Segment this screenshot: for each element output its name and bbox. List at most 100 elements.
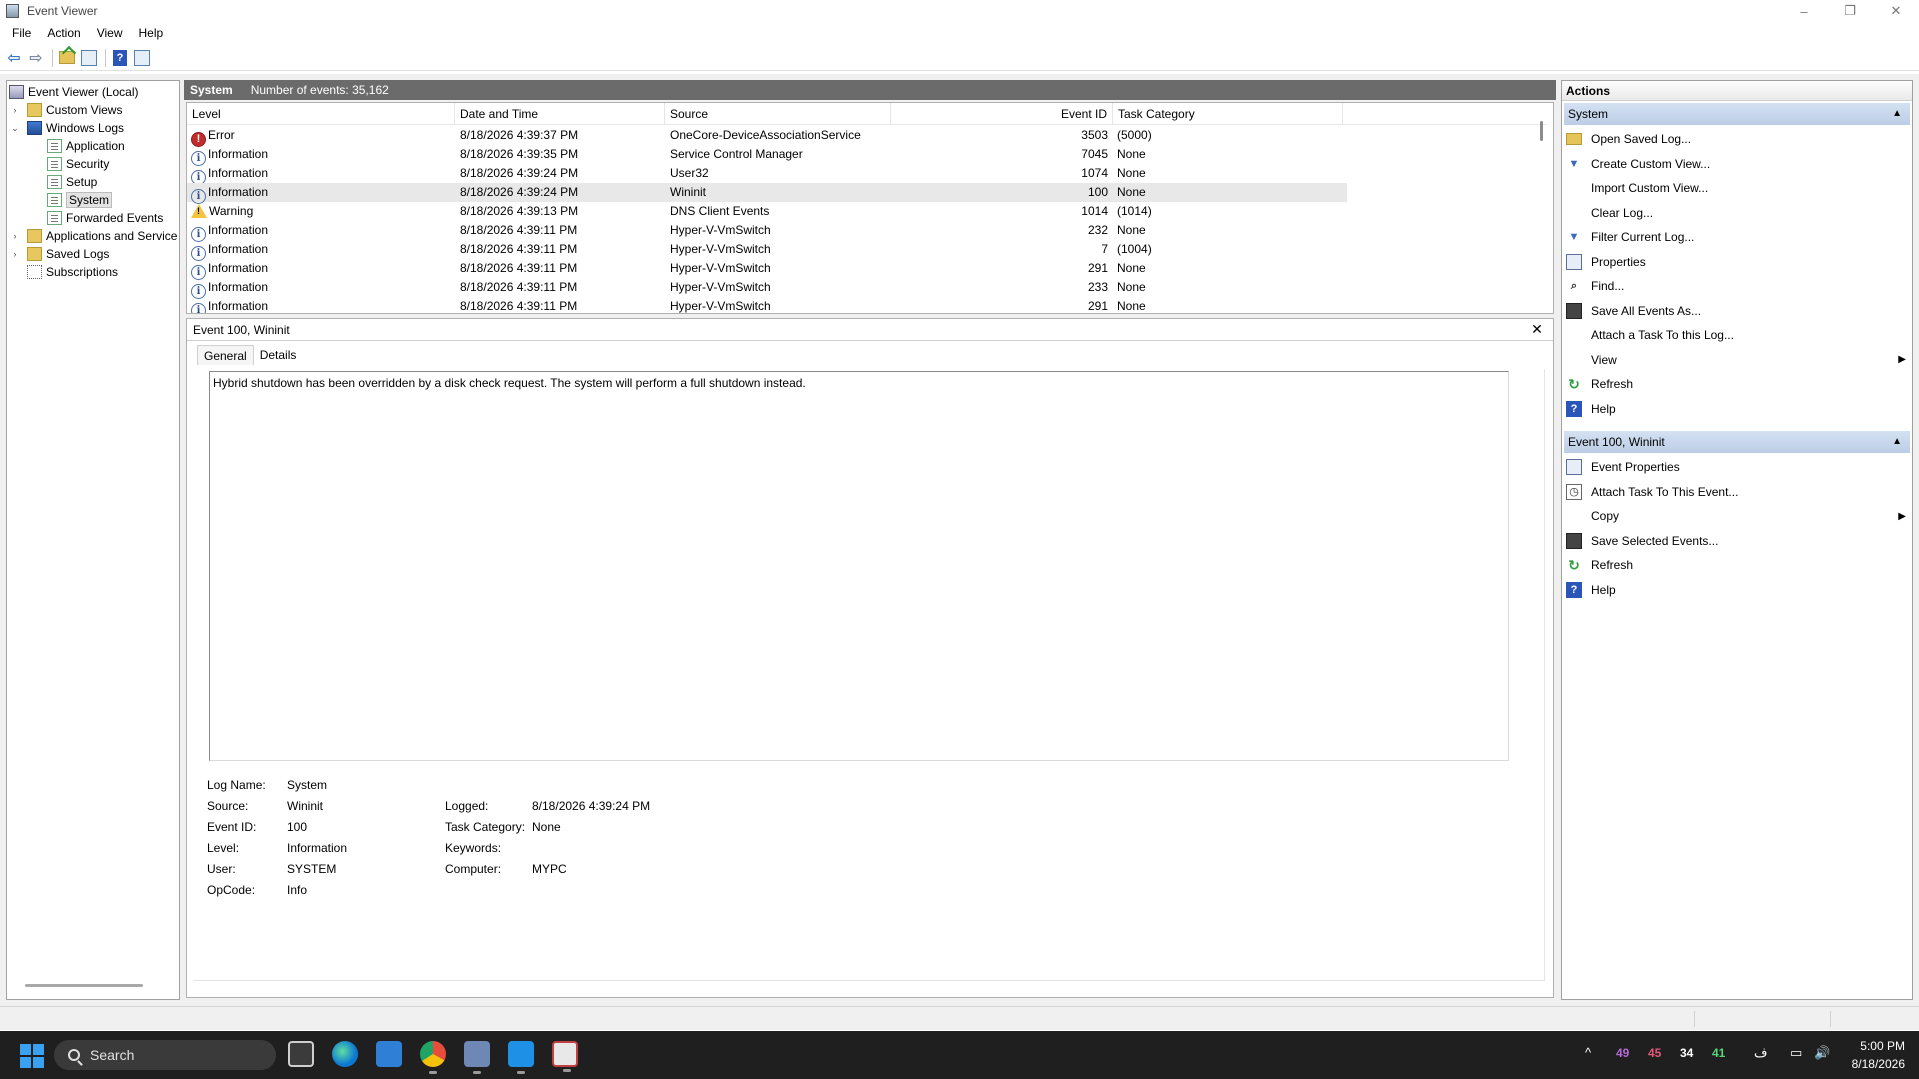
table-row[interactable]: i Information 8/18/2026 4:39:11 PM Hyper-V-…	[187, 278, 1347, 299]
forward-button[interactable]: ⇨	[26, 48, 46, 68]
tray-counter[interactable]: 41	[1712, 1046, 1725, 1060]
show-hidden-icons-chevron-icon[interactable]: ^	[1585, 1045, 1591, 1060]
tab-details[interactable]: Details	[254, 345, 303, 365]
volume-icon[interactable]: 🔊	[1814, 1045, 1830, 1061]
table-row[interactable]: ! Error 8/18/2026 4:39:37 PM OneCore-Device…	[187, 126, 1347, 147]
edge-browser-icon[interactable]	[332, 1041, 358, 1067]
collapse-chevron-icon[interactable]: ⌄	[9, 123, 21, 134]
event-viewer-taskbar-icon[interactable]	[464, 1041, 490, 1074]
tab-general[interactable]: General	[197, 345, 254, 365]
filter-icon: ▼	[1568, 157, 1580, 170]
action-refresh[interactable]: ↻ Refresh	[1566, 372, 1910, 396]
horizontal-scrollbar[interactable]	[25, 984, 143, 987]
help-button[interactable]: ?	[110, 48, 130, 68]
table-row[interactable]: i Information 8/18/2026 4:39:11 PM Hyper-V-…	[187, 259, 1347, 280]
table-row[interactable]: i Information 8/18/2026 4:39:35 PM Service …	[187, 145, 1347, 166]
tray-counter[interactable]: 49	[1616, 1046, 1629, 1060]
action-refresh[interactable]: ↻ Refresh	[1566, 553, 1910, 577]
expand-chevron-icon[interactable]: ›	[9, 231, 21, 241]
action-clear-log[interactable]: Clear Log...	[1566, 201, 1910, 225]
tray-counter[interactable]: 45	[1648, 1046, 1661, 1060]
up-level-button[interactable]	[57, 48, 77, 68]
id-cell: 1074	[1081, 166, 1108, 180]
action-open-saved-log[interactable]: Open Saved Log...	[1566, 127, 1910, 151]
menu-help[interactable]: Help	[131, 26, 172, 40]
action-save-all-events-as[interactable]: Save All Events As...	[1566, 299, 1910, 323]
show-hide-action-pane-button[interactable]	[132, 48, 152, 68]
action-help[interactable]: ? Help	[1566, 397, 1910, 421]
table-row[interactable]: i Information 8/18/2026 4:39:24 PM Wininit 1…	[187, 183, 1347, 204]
event-message: Hybrid shutdown has been overridden by a…	[209, 371, 1509, 761]
tree-item-applications-and-services[interactable]: › Applications and Service	[9, 227, 177, 245]
column-header-task-category[interactable]: Task Category	[1113, 103, 1343, 125]
table-row[interactable]: i Information 8/18/2026 4:39:24 PM User32 10…	[187, 164, 1347, 185]
input-language-icon[interactable]: ف	[1754, 1045, 1767, 1061]
network-icon[interactable]: ▭	[1790, 1045, 1802, 1061]
table-row[interactable]: i Information 8/18/2026 4:39:11 PM Hyper-V-…	[187, 297, 1347, 313]
event-viewer-icon	[9, 85, 24, 99]
expand-chevron-icon[interactable]: ›	[9, 249, 21, 259]
tree-item-root[interactable]: Event Viewer (Local)	[9, 83, 139, 101]
windows-start-icon[interactable]	[20, 1044, 44, 1068]
title-bar: Event Viewer – ❐ ✕	[0, 0, 1919, 22]
menu-file[interactable]: File	[4, 26, 39, 40]
action-attach-task-to-this-event[interactable]: ◷ Attach Task To This Event...	[1566, 480, 1910, 504]
actions-section-event[interactable]: Event 100, Wininit ▲	[1564, 431, 1910, 453]
action-help[interactable]: ? Help	[1566, 578, 1910, 602]
tree-item-label: Application	[66, 139, 125, 153]
level-text: Information	[208, 185, 269, 199]
tray-counter[interactable]: 34	[1680, 1046, 1693, 1060]
table-row[interactable]: i Information 8/18/2026 4:39:11 PM Hyper-V-…	[187, 221, 1347, 242]
action-create-custom-view[interactable]: ▼ Create Custom View...	[1566, 152, 1910, 176]
tree-item-application[interactable]: Application	[47, 137, 125, 155]
tree-item-forwarded-events[interactable]: Forwarded Events	[47, 209, 163, 227]
minimize-button[interactable]: –	[1781, 0, 1827, 22]
action-attach-a-task-to-this-log[interactable]: Attach a Task To this Log...	[1566, 323, 1910, 347]
table-row[interactable]: i Information 8/18/2026 4:39:11 PM Hyper-V-…	[187, 240, 1347, 261]
task-view-icon[interactable]	[288, 1041, 314, 1067]
system-clock[interactable]: 5:00 PM 8/18/2026	[1852, 1037, 1905, 1073]
show-hide-console-tree-button[interactable]	[79, 48, 99, 68]
close-button[interactable]: ✕	[1873, 0, 1919, 22]
tree-item-windows-logs[interactable]: ⌄ Windows Logs	[9, 119, 124, 137]
main-area: Event Viewer (Local) › Custom Views ⌄ Wi…	[0, 74, 1919, 1006]
action-label: Save All Events As...	[1591, 303, 1702, 318]
action-find[interactable]: ⌕ Find...	[1566, 274, 1910, 298]
close-detail-icon[interactable]: ✕	[1529, 321, 1545, 337]
tree-item-custom-views[interactable]: › Custom Views	[9, 101, 122, 119]
tree-item-setup[interactable]: Setup	[47, 173, 97, 191]
action-properties[interactable]: Properties	[1566, 250, 1910, 274]
menu-action[interactable]: Action	[39, 26, 88, 40]
tree-item-system[interactable]: System	[47, 191, 113, 209]
column-header-event-id[interactable]: Event ID	[891, 103, 1113, 125]
event-viewer-icon	[6, 4, 19, 18]
action-event-properties[interactable]: Event Properties	[1566, 455, 1910, 479]
column-header-level[interactable]: Level	[187, 103, 455, 125]
tree-item-subscriptions[interactable]: Subscriptions	[27, 263, 118, 281]
menu-view[interactable]: View	[89, 26, 131, 40]
collapse-arrow-icon[interactable]: ▲	[1892, 103, 1902, 125]
action-filter-current-log[interactable]: ▼ Filter Current Log...	[1566, 225, 1910, 249]
column-header-source[interactable]: Source	[665, 103, 891, 125]
vertical-scrollbar[interactable]	[1540, 121, 1543, 141]
back-button[interactable]: ⇦	[4, 48, 24, 68]
action-copy[interactable]: Copy ▶	[1566, 504, 1910, 528]
notepad-icon[interactable]	[508, 1041, 534, 1074]
taskbar-search[interactable]: Search	[54, 1040, 276, 1070]
chrome-browser-icon[interactable]	[420, 1041, 446, 1074]
expand-chevron-icon[interactable]: ›	[9, 105, 21, 115]
action-import-custom-view[interactable]: Import Custom View...	[1566, 176, 1910, 200]
column-header-date-time[interactable]: Date and Time	[455, 103, 665, 125]
actions-section-system[interactable]: System ▲	[1564, 103, 1910, 125]
table-row[interactable]: ! Warning 8/18/2026 4:39:13 PM DNS Client E…	[187, 202, 1347, 221]
information-icon: i	[191, 303, 206, 313]
action-save-selected-events[interactable]: Save Selected Events...	[1566, 529, 1910, 553]
store-icon[interactable]	[376, 1041, 402, 1067]
maximize-button[interactable]: ❐	[1827, 0, 1873, 22]
level-cell: i Information	[191, 183, 451, 204]
tree-item-security[interactable]: Security	[47, 155, 109, 173]
snipping-tool-icon[interactable]	[552, 1041, 578, 1072]
collapse-arrow-icon[interactable]: ▲	[1892, 431, 1902, 453]
action-view[interactable]: View ▶	[1566, 348, 1910, 372]
tree-item-saved-logs[interactable]: › Saved Logs	[9, 245, 109, 263]
